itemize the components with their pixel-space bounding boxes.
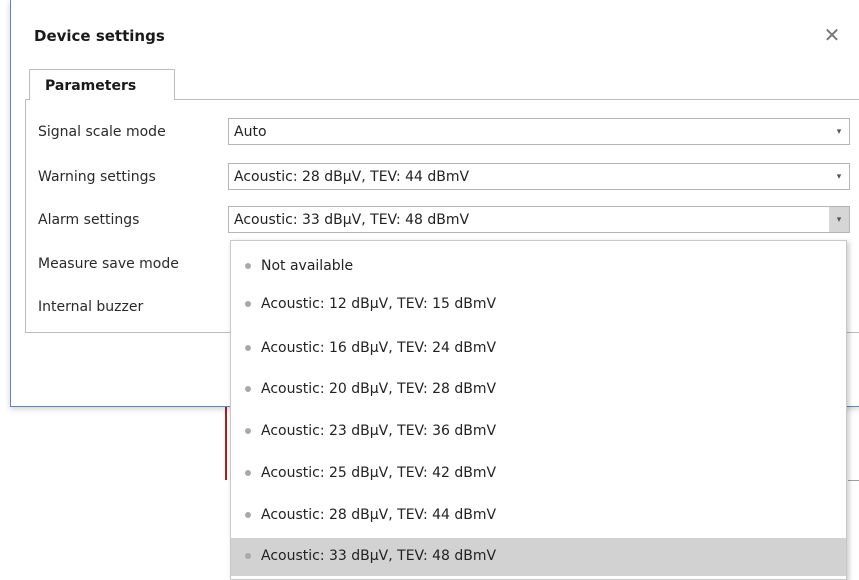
alarm-settings-select[interactable]: Acoustic: 33 dBµV, TEV: 48 dBmV ▾: [228, 206, 850, 233]
bullet-icon: [245, 345, 251, 351]
close-icon[interactable]: ✕: [821, 24, 843, 46]
bullet-icon: [245, 301, 251, 307]
alarm-settings-value: Acoustic: 33 dBµV, TEV: 48 dBmV: [234, 212, 470, 228]
signal-scale-mode-value: Auto: [234, 124, 267, 140]
bullet-icon: [245, 470, 251, 476]
list-item[interactable]: Acoustic: 16 dBµV, TEV: 24 dBmV: [231, 330, 846, 368]
list-item[interactable]: Acoustic: 28 dBµV, TEV: 44 dBmV: [231, 497, 846, 535]
warning-settings-select[interactable]: Acoustic: 28 dBµV, TEV: 44 dBmV ▾: [228, 163, 850, 190]
chevron-down-icon: ▾: [836, 215, 842, 225]
warning-settings-label: Warning settings: [38, 169, 156, 185]
signal-scale-mode-label: Signal scale mode: [38, 124, 166, 140]
tab-label: Parameters: [45, 78, 137, 94]
list-item-label: Acoustic: 16 dBµV, TEV: 24 dBmV: [261, 340, 497, 356]
chevron-down-icon: ▾: [836, 127, 842, 137]
tab-parameters[interactable]: Parameters: [29, 69, 175, 100]
warning-settings-value: Acoustic: 28 dBµV, TEV: 44 dBmV: [234, 169, 470, 185]
list-item-label: Acoustic: 12 dBµV, TEV: 15 dBmV: [261, 296, 497, 312]
internal-buzzer-label: Internal buzzer: [38, 299, 144, 315]
bullet-icon: [245, 428, 251, 434]
dialog-title: Device settings: [34, 27, 165, 45]
list-item-label: Acoustic: 23 dBµV, TEV: 36 dBmV: [261, 423, 497, 439]
list-item-label: Acoustic: 28 dBµV, TEV: 44 dBmV: [261, 507, 497, 523]
background-divider: [848, 480, 859, 481]
bullet-icon: [245, 263, 251, 269]
chevron-down-icon: ▾: [836, 172, 842, 182]
signal-scale-mode-select[interactable]: Auto ▾: [228, 118, 850, 145]
bullet-icon: [245, 512, 251, 518]
alarm-settings-dropdown-list: Not available Acoustic: 12 dBµV, TEV: 15…: [230, 240, 847, 580]
list-item-selected[interactable]: Acoustic: 33 dBµV, TEV: 48 dBmV: [231, 538, 846, 576]
list-item-label: Not available: [261, 258, 354, 274]
background-window-edge: [225, 406, 227, 480]
list-item[interactable]: Acoustic: 20 dBµV, TEV: 28 dBmV: [231, 371, 846, 409]
list-item[interactable]: Not available: [231, 248, 846, 286]
bullet-icon: [245, 386, 251, 392]
list-item[interactable]: Acoustic: 12 dBµV, TEV: 15 dBmV: [231, 286, 846, 324]
list-item[interactable]: Acoustic: 25 dBµV, TEV: 42 dBmV: [231, 455, 846, 493]
bullet-icon: [245, 553, 251, 559]
list-item-label: Acoustic: 20 dBµV, TEV: 28 dBmV: [261, 381, 497, 397]
list-item-label: Acoustic: 25 dBµV, TEV: 42 dBmV: [261, 465, 497, 481]
list-item[interactable]: Acoustic: 23 dBµV, TEV: 36 dBmV: [231, 413, 846, 451]
list-item-label: Acoustic: 33 dBµV, TEV: 48 dBmV: [261, 548, 497, 564]
measure-save-mode-label: Measure save mode: [38, 256, 179, 272]
alarm-settings-label: Alarm settings: [38, 212, 140, 228]
